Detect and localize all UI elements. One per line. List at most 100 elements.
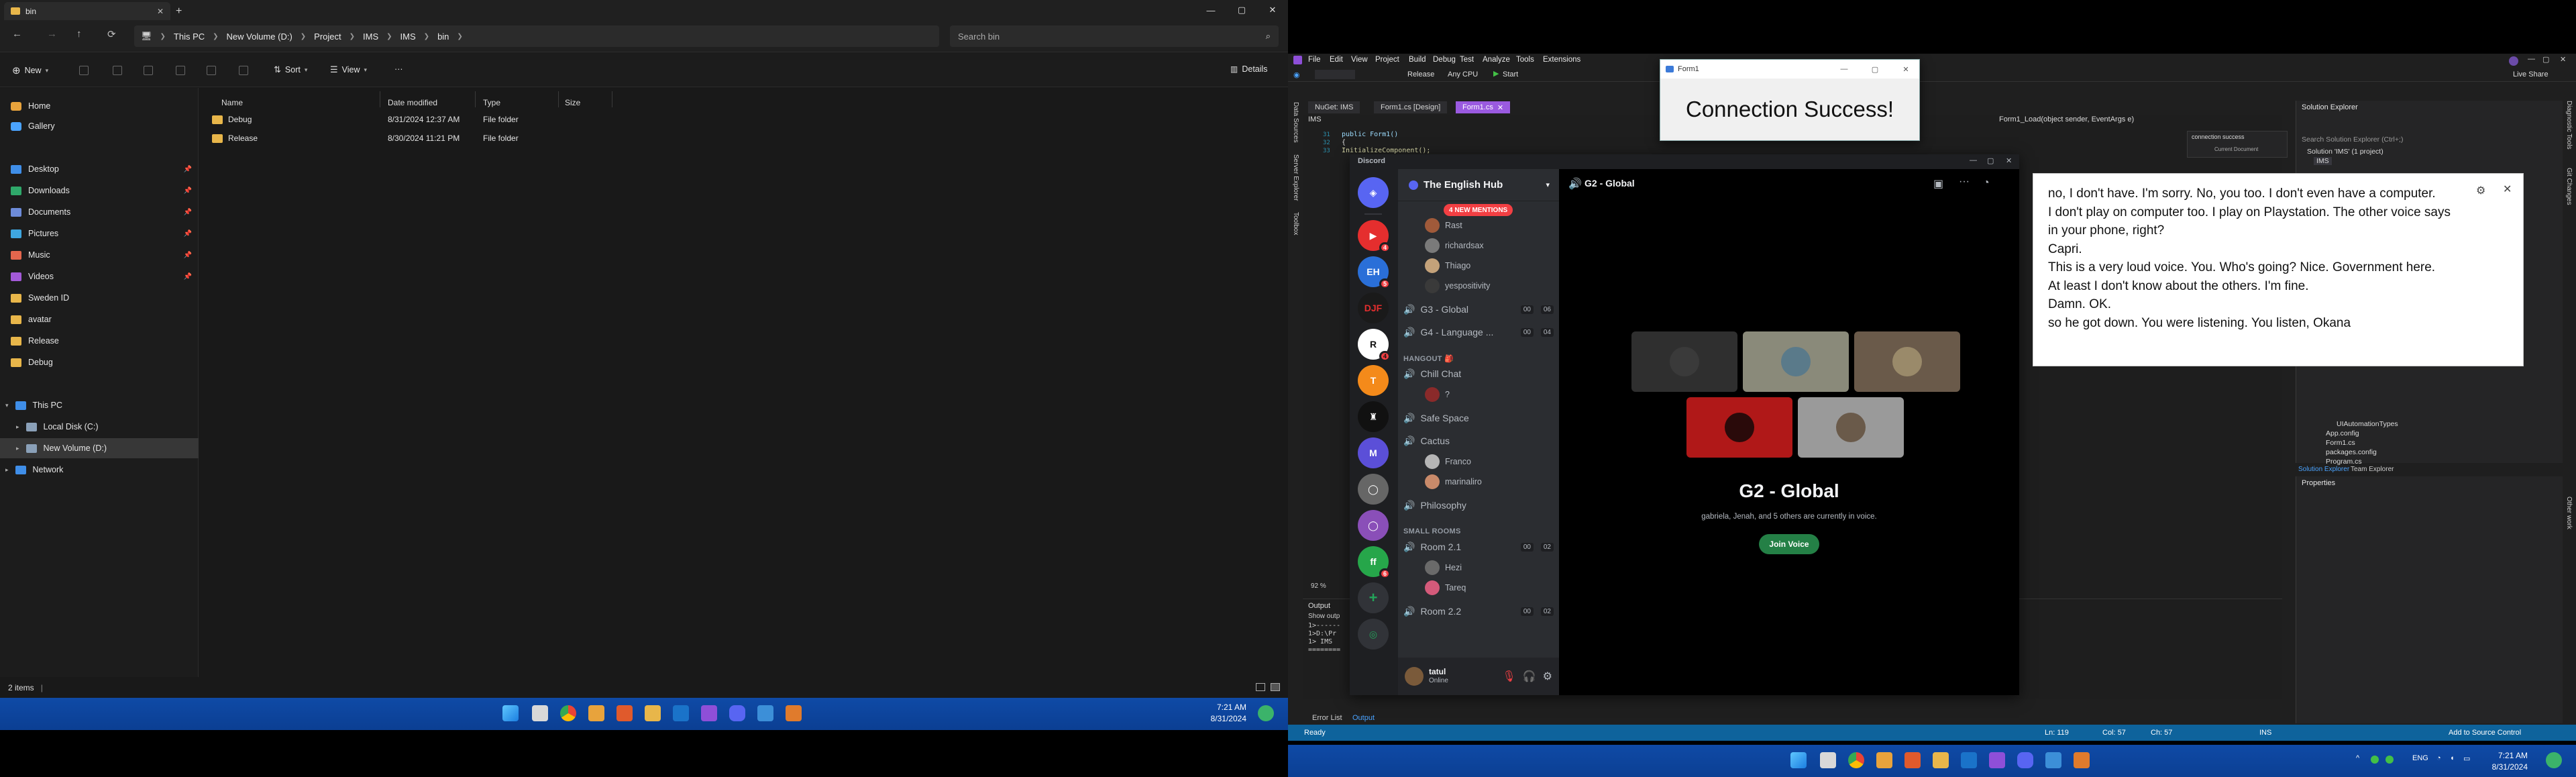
start-button[interactable]: Start (1503, 70, 1518, 79)
server-icon[interactable]: ♜ (1358, 401, 1389, 432)
delete-icon[interactable] (239, 66, 248, 75)
refresh-icon[interactable]: ⟳ (107, 28, 116, 40)
new-mentions-pill[interactable]: 4 NEW MENTIONS (1444, 204, 1513, 216)
mute-icon[interactable]: 🎙 (1502, 670, 1515, 683)
app-icon[interactable] (2070, 749, 2093, 772)
language-indicator[interactable]: ENG (2412, 754, 2428, 762)
tray-chevron-icon[interactable]: ^ (2356, 754, 2359, 762)
close-icon[interactable]: ✕ (2503, 180, 2512, 199)
solution-root[interactable]: Solution 'IMS' (1 project) (2307, 148, 2383, 156)
menu-test[interactable]: Test (1460, 56, 1474, 64)
search-icon[interactable]: ⌕ (1266, 31, 1271, 42)
forward-icon[interactable]: → (47, 28, 57, 40)
visual-studio-icon[interactable] (1986, 749, 2008, 772)
table-row[interactable]: Debug 8/31/2024 12:37 AM File folder (208, 111, 610, 128)
server-icon[interactable]: M (1358, 437, 1389, 468)
breadcrumb-item[interactable]: IMS (363, 32, 378, 42)
close-icon[interactable]: ✕ (2560, 55, 2566, 64)
breadcrumb-item[interactable]: This PC (174, 32, 205, 42)
git-changes-tab[interactable]: Git Changes (2565, 168, 2573, 205)
more-button[interactable]: ··· (394, 64, 403, 74)
app-icon[interactable] (754, 702, 777, 725)
voice-user[interactable]: marinaliro (1425, 472, 1482, 491)
app-icon[interactable] (613, 702, 636, 725)
voice-user[interactable]: yespositivity (1425, 276, 1490, 295)
voice-channel-philosophy[interactable]: 🔊 Philosophy (1403, 495, 1554, 515)
voice-user[interactable]: ? (1425, 385, 1450, 404)
solution-explorer-tab[interactable]: Solution Explorer (2298, 466, 2349, 473)
folder-taskbar-icon[interactable] (641, 702, 664, 725)
discord-taskbar-icon[interactable] (726, 702, 749, 725)
toolbox-tab[interactable]: Toolbox (1292, 212, 1299, 235)
diagnostic-tools-tab[interactable]: Diagnostic Tools (2565, 101, 2573, 150)
project-node[interactable]: IMS (2314, 157, 2332, 165)
configuration-dropdown[interactable]: Release (1407, 70, 1434, 79)
team-explorer-tab[interactable]: Team Explorer (2351, 466, 2394, 473)
column-separator[interactable] (475, 91, 476, 107)
headphones-icon[interactable]: 🎧 (1523, 670, 1536, 683)
column-separator[interactable] (558, 91, 559, 107)
server-icon[interactable]: R4 (1358, 329, 1391, 362)
server-icon-english-hub[interactable]: EH 5 (1358, 256, 1391, 289)
close-tab-icon[interactable]: ✕ (157, 7, 164, 16)
file-explorer-taskbar-icon[interactable] (1817, 749, 1839, 772)
tab-nuget[interactable]: NuGet: IMS (1308, 101, 1360, 113)
notification-icon[interactable] (2542, 749, 2565, 772)
category-small-rooms[interactable]: SMALL ROOMS (1403, 527, 1461, 535)
server-explorer-tab[interactable]: Server Explorer (1292, 154, 1299, 201)
sidebar-item-home[interactable]: Home (0, 96, 199, 116)
notification-icon[interactable] (1254, 702, 1277, 725)
menu-debug[interactable]: Debug (1433, 56, 1456, 64)
visual-studio-icon[interactable] (698, 702, 720, 725)
server-icon[interactable]: ◯ (1358, 474, 1389, 505)
data-sources-tab[interactable]: Data Sources (1292, 102, 1299, 143)
start-icon[interactable] (499, 702, 522, 725)
menu-tools[interactable]: Tools (1516, 56, 1534, 64)
close-icon[interactable]: ✕ (1257, 0, 1288, 20)
toolbar-icons[interactable] (1315, 70, 1355, 79)
add-server-icon[interactable]: + (1358, 582, 1389, 613)
voice-channel-room-2-1[interactable]: 🔊 Room 2.1 00 02 (1403, 537, 1554, 557)
sidebar-item-pictures[interactable]: Pictures 📌 (0, 223, 199, 244)
platform-dropdown[interactable]: Any CPU (1448, 70, 1478, 79)
breadcrumb-item[interactable]: Project (314, 32, 341, 42)
close-icon[interactable]: ✕ (1892, 65, 1919, 74)
chat-icon[interactable]: ▣ (1933, 177, 1943, 191)
app-icon[interactable] (782, 702, 805, 725)
gear-icon[interactable]: ⚙ (2476, 182, 2485, 201)
sort-button[interactable]: ⇅ Sort ▾ (274, 64, 307, 75)
sidebar-item-network[interactable]: ▸ Network (0, 460, 199, 480)
paste-icon[interactable] (144, 66, 153, 75)
sidebar-item-downloads[interactable]: Downloads 📌 (0, 180, 199, 201)
close-icon[interactable]: ✕ (2006, 156, 2012, 165)
sidebar-item-desktop[interactable]: Desktop 📌 (0, 159, 199, 179)
details-view-icon[interactable] (1256, 683, 1265, 691)
more-icon[interactable]: ··· (1959, 176, 1970, 188)
breadcrumb-item[interactable]: IMS (400, 32, 416, 42)
discord-taskbar-icon[interactable] (2014, 749, 2037, 772)
minimize-icon[interactable]: — (2528, 55, 2535, 63)
breadcrumb-item[interactable]: bin (437, 32, 449, 42)
voice-channel-chill-chat[interactable]: 🔊 Chill Chat (1403, 364, 1554, 384)
folder-taskbar-icon[interactable] (1929, 749, 1952, 772)
output-tab[interactable]: Output (1352, 714, 1375, 722)
rename-icon[interactable] (176, 66, 185, 75)
sidebar-item-sweden-id[interactable]: Sweden ID (0, 288, 199, 308)
tray-app-icon[interactable] (2385, 756, 2394, 764)
solution-search-input[interactable]: Search Solution Explorer (Ctrl+;) (2302, 136, 2403, 144)
server-icon[interactable]: DJF (1358, 293, 1389, 323)
battery-icon[interactable]: ▭ (2463, 754, 2470, 763)
join-voice-button[interactable]: Join Voice (1759, 534, 1819, 554)
voice-user[interactable]: Hezi (1425, 558, 1462, 577)
server-icon[interactable]: T (1358, 365, 1389, 396)
menu-view[interactable]: View (1351, 56, 1368, 64)
sidebar-item-new-volume[interactable]: ▸ New Volume (D:) (0, 438, 199, 458)
cut-icon[interactable] (79, 66, 89, 75)
tray-app-icon[interactable] (2371, 756, 2379, 764)
chat-bubble-icon[interactable]: ◔ (1983, 177, 1990, 189)
app-icon[interactable] (2042, 749, 2065, 772)
start-play-icon[interactable]: ▶ (1493, 69, 1499, 78)
server-icon[interactable]: ff 6 (1358, 546, 1391, 579)
photos-icon[interactable] (585, 702, 608, 725)
solution-item[interactable]: App.config (2326, 429, 2359, 437)
